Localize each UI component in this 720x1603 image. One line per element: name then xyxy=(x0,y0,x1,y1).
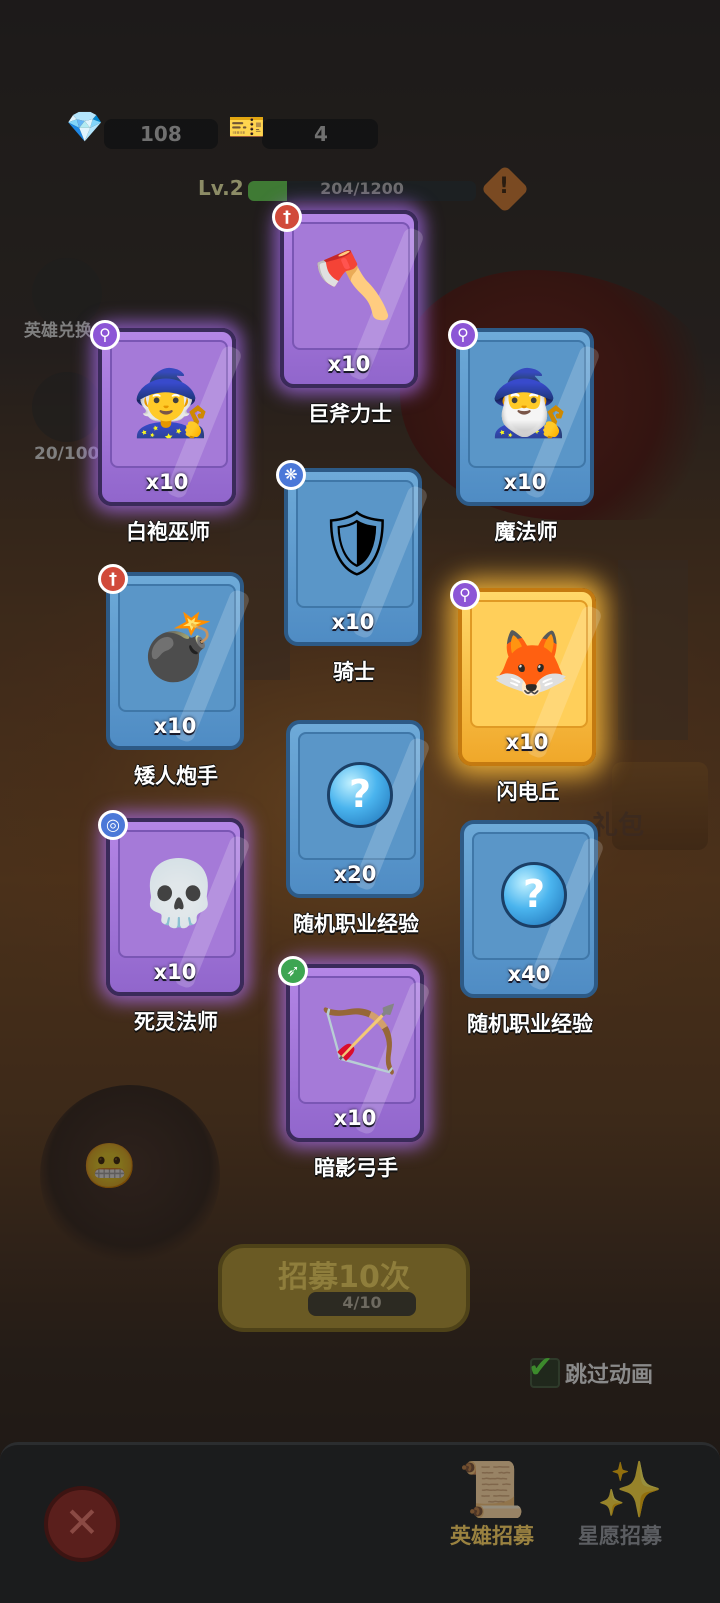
dwarf-gunner-icon: 💣 xyxy=(139,611,219,685)
warning-mark: ! xyxy=(499,174,510,199)
star-progress-label: 20/100 xyxy=(34,444,100,464)
staff-class-icon: ⚲ xyxy=(448,320,478,350)
recruit-count: 4/10 xyxy=(342,1293,382,1312)
skip-animation-label[interactable]: 跳过动画 xyxy=(565,1357,653,1389)
close-button[interactable]: ✕ xyxy=(44,1486,120,1562)
sword-class-icon: † xyxy=(98,564,128,594)
barbarian-axe-icon: 🪓 xyxy=(313,249,393,323)
spiral-class-icon: ◎ xyxy=(98,810,128,840)
reward-quantity: x10 xyxy=(145,470,189,494)
tab-wish-recruit[interactable]: 星愿招募 xyxy=(578,1520,662,1550)
reward-quantity: x40 xyxy=(507,962,551,986)
gem-value: 108 xyxy=(140,122,182,146)
paw-class-icon: ❋ xyxy=(276,460,306,490)
hero-exchange-label: 英雄兑换 xyxy=(24,321,92,341)
reward-quantity: x10 xyxy=(333,1106,377,1130)
checkmark-icon: ✔ xyxy=(528,1350,554,1385)
staff-class-icon: ⚲ xyxy=(90,320,120,350)
reward-quantity: x10 xyxy=(153,714,197,738)
white-wizard-icon: 🧙 xyxy=(131,367,211,441)
reward-name: 巨斧力士 xyxy=(308,402,392,426)
xp-text: 204/1200 xyxy=(320,179,404,198)
reward-name: 骑士 xyxy=(333,660,375,684)
level-label: Lv.2 xyxy=(198,176,244,200)
necromancer-icon: 💀 xyxy=(139,857,219,931)
reward-quantity: x10 xyxy=(503,470,547,494)
reward-quantity: x10 xyxy=(505,730,549,754)
star-wish-icon: ✨ xyxy=(596,1458,664,1521)
ticket-value: 4 xyxy=(314,122,328,146)
reward-name: 死灵法师 xyxy=(134,1010,218,1034)
gem-icon[interactable]: 💎 xyxy=(66,110,103,145)
reward-quantity: x10 xyxy=(153,960,197,984)
knight-icon: 🛡 xyxy=(316,507,398,581)
question-orb-icon: ? xyxy=(327,762,393,828)
shadow-archer-icon: 🏹 xyxy=(319,1003,399,1077)
ticket-icon[interactable]: 🎫 xyxy=(228,110,265,145)
star-reward-button[interactable] xyxy=(32,372,102,442)
reward-name: 随机职业经验 xyxy=(293,912,419,936)
bow-class-icon: ➶ xyxy=(278,956,308,986)
recruit-10-label: 招募10次 xyxy=(278,1260,410,1295)
reward-name: 矮人炮手 xyxy=(134,764,218,788)
question-orb-icon: ? xyxy=(501,862,567,928)
reward-quantity: x10 xyxy=(327,352,371,376)
reward-name: 暗影弓手 xyxy=(314,1156,398,1180)
blue-mage-icon: 🧙‍♂️ xyxy=(489,367,569,441)
reward-name: 魔法师 xyxy=(494,520,558,544)
reward-quantity: x10 xyxy=(331,610,375,634)
sword-class-icon: † xyxy=(272,202,302,232)
reward-quantity: x20 xyxy=(333,862,377,886)
staff-class-icon: ⚲ xyxy=(450,580,480,610)
reward-name: 闪电丘 xyxy=(496,780,560,804)
tab-hero-recruit[interactable]: 英雄招募 xyxy=(450,1520,534,1550)
reward-name: 随机职业经验 xyxy=(467,1012,593,1036)
lightning-fox-girl-icon: 🦊 xyxy=(491,627,571,701)
reward-name: 白袍巫师 xyxy=(126,520,210,544)
scroll-ticket-icon: 📜 xyxy=(458,1458,526,1521)
